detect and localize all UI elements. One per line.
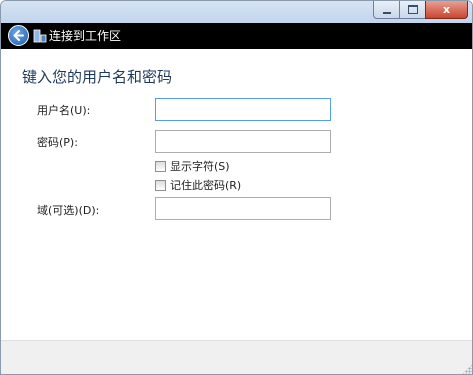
remember-password-checkbox[interactable] [155, 179, 166, 191]
show-characters-checkbox[interactable] [155, 160, 166, 172]
resize-grip-icon[interactable] [462, 364, 472, 374]
back-arrow-icon [13, 30, 24, 41]
window-title: 连接到工作区 [49, 29, 122, 43]
navigation-header: 连接到工作区 [1, 23, 472, 49]
minimize-button[interactable] [373, 1, 399, 19]
back-button[interactable] [8, 25, 29, 46]
show-characters-label[interactable]: 显示字符(S) [170, 158, 230, 174]
caption-buttons: x [373, 1, 468, 19]
minimize-icon [382, 11, 391, 14]
maximize-button[interactable] [399, 1, 425, 19]
username-input[interactable] [155, 98, 331, 121]
username-label: 用户名(U): [37, 104, 91, 117]
workplace-app-icon [33, 29, 47, 43]
password-label: 密码(P): [37, 136, 78, 149]
close-button[interactable]: x [425, 1, 468, 19]
title-bar[interactable]: x [1, 1, 472, 23]
button-footer [1, 340, 472, 374]
page-heading: 键入您的用户名和密码 [22, 68, 173, 86]
password-input[interactable] [155, 130, 331, 153]
remember-password-option[interactable]: 记住此密码(R) [155, 178, 241, 192]
domain-input[interactable] [155, 197, 331, 220]
maximize-icon [407, 5, 418, 14]
remember-password-label[interactable]: 记住此密码(R) [170, 177, 241, 193]
show-characters-option[interactable]: 显示字符(S) [155, 159, 230, 173]
close-icon: x [442, 3, 451, 16]
domain-label: 域(可选)(D): [37, 204, 100, 217]
connect-to-workplace-window: x 连接到工作区 键入您的用户名和密码 用户名(U): 密码(P): 显示字符(… [0, 0, 473, 375]
